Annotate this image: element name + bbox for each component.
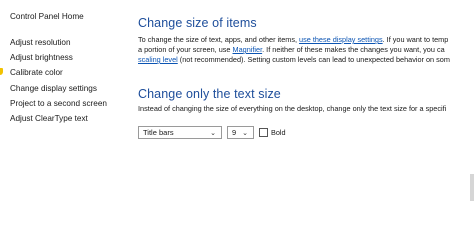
text-size-select[interactable]: 9 ⌄: [227, 126, 254, 139]
size-description-text: (not recommended). Setting custom levels…: [179, 55, 450, 64]
text-size-value: 9: [232, 128, 237, 137]
size-description-line-2: a portion of your screen, use Magnifier.…: [138, 45, 445, 54]
bold-label: Bold: [271, 128, 286, 137]
control-panel-home-link[interactable]: Control Panel Home: [10, 12, 84, 21]
change-size-heading: Change size of items: [138, 16, 257, 30]
bold-checkbox[interactable]: [259, 128, 268, 137]
element-select[interactable]: Title bars ⌄: [138, 126, 222, 139]
scrollbar-thumb[interactable]: [470, 174, 474, 201]
sidebar-item-adjust-resolution[interactable]: Adjust resolution: [10, 38, 71, 47]
size-description-text: To change the size of text, apps, and ot…: [138, 35, 298, 44]
size-description-line-3: scaling level (not recommended). Setting…: [138, 55, 450, 64]
size-description-text: a portion of your screen, use: [138, 45, 231, 54]
size-description-text: . If neither of these makes the changes …: [262, 45, 445, 54]
element-select-value: Title bars: [143, 128, 174, 137]
chevron-down-icon: ⌄: [210, 130, 216, 137]
size-description-text: . If you want to temp: [382, 35, 449, 44]
display-settings-link[interactable]: use these display settings: [299, 35, 383, 44]
shield-icon: [0, 68, 3, 75]
sidebar-item-adjust-brightness[interactable]: Adjust brightness: [10, 53, 73, 62]
scaling-level-link[interactable]: scaling level: [138, 55, 178, 64]
sidebar-item-change-display-settings[interactable]: Change display settings: [10, 84, 97, 93]
change-text-size-heading: Change only the text size: [138, 87, 281, 101]
sidebar-item-project-second-screen[interactable]: Project to a second screen: [10, 99, 107, 108]
sidebar-item-adjust-cleartype[interactable]: Adjust ClearType text: [10, 114, 88, 123]
sidebar-item-calibrate-color[interactable]: Calibrate color: [10, 68, 63, 77]
text-size-description: Instead of changing the size of everythi…: [138, 104, 447, 113]
size-description-line-1: To change the size of text, apps, and ot…: [138, 35, 448, 44]
magnifier-link[interactable]: Magnifier: [233, 45, 263, 54]
chevron-down-icon: ⌄: [242, 130, 248, 137]
